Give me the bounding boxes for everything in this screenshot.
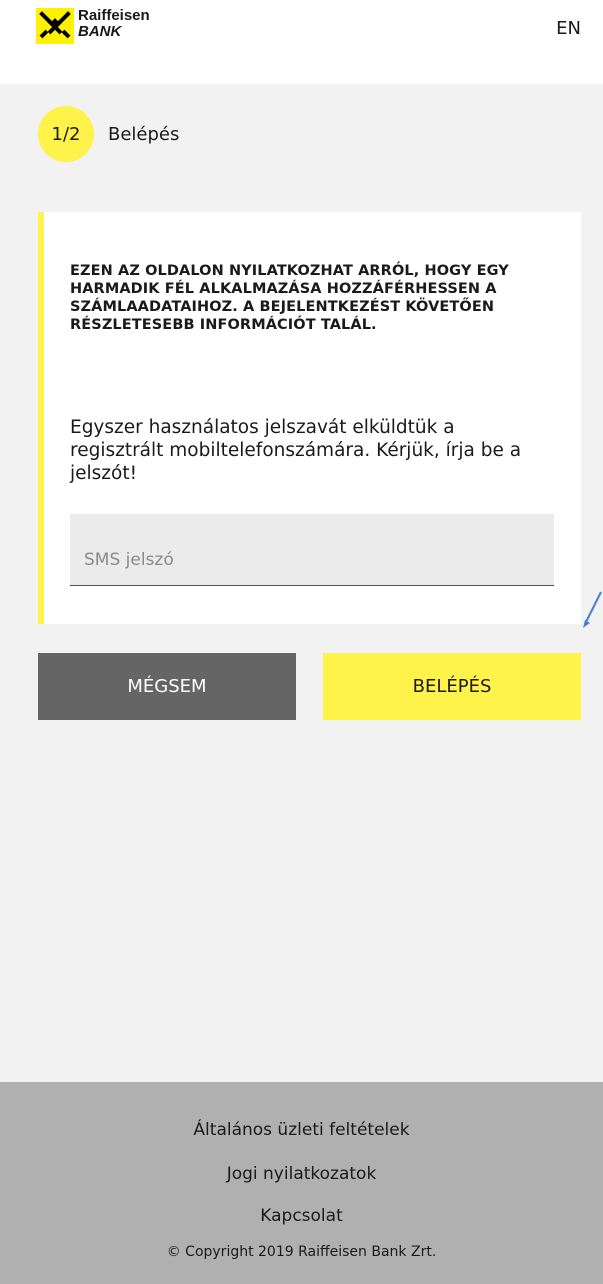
logo-text: Raiffeisen BANK [78,8,150,40]
step-badge: 1/2 [38,106,94,162]
footer: Általános üzleti feltételek Jogi nyilatk… [0,1082,603,1284]
pointer-arrow-icon [583,591,602,628]
login-card: EZEN AZ OLDALON NYILATKOZHAT ARRÓL, HOGY… [38,212,581,624]
login-button[interactable]: BELÉPÉS [323,653,581,720]
contact-link[interactable]: Kapcsolat [0,1206,603,1226]
language-switch[interactable]: EN [556,18,581,39]
bank-logo[interactable]: Raiffeisen BANK [36,8,150,44]
logo-text-line2: BANK [78,23,122,40]
third-party-notice: EZEN AZ OLDALON NYILATKOZHAT ARRÓL, HOGY… [70,263,509,333]
step-label: Belépés [108,123,180,145]
legal-link[interactable]: Jogi nyilatkozatok [0,1164,603,1184]
copyright: © Copyright 2019 Raiffeisen Bank Zrt. [166,1244,437,1260]
step-indicator: 1/2 Belépés [38,106,179,162]
logo-text-line1: Raiffeisen [78,7,150,24]
sms-password-input[interactable] [70,514,554,585]
terms-link[interactable]: Általános üzleti feltételek [0,1120,603,1140]
raiffeisen-gable-cross-icon [36,8,74,44]
sms-password-field[interactable] [70,514,554,586]
sms-info-text: Egyszer használatos jelszavát elküldtük … [70,417,522,484]
cancel-button[interactable]: MÉGSEM [38,653,296,720]
header: Raiffeisen BANK EN [0,0,603,84]
